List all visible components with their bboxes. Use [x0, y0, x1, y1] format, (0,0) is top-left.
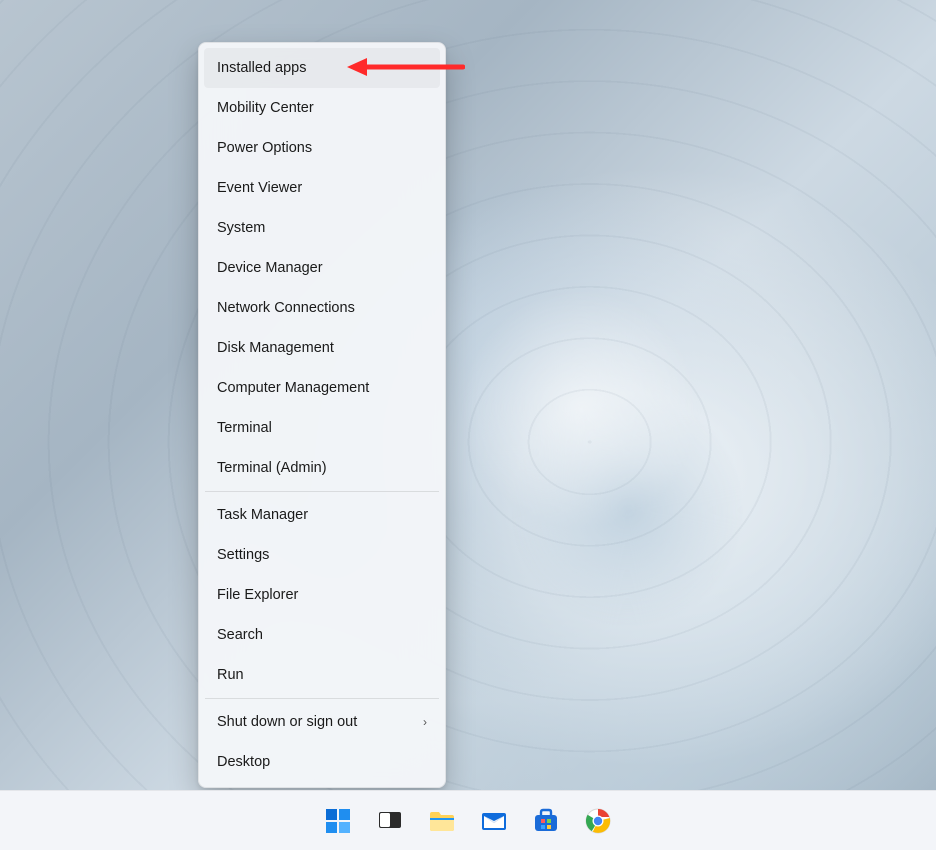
- menu-item-label: System: [217, 220, 265, 236]
- file-explorer-button[interactable]: [421, 800, 463, 842]
- store-icon: [532, 807, 560, 835]
- menu-item-label: File Explorer: [217, 587, 298, 603]
- menu-item-search[interactable]: Search: [204, 615, 440, 655]
- folder-icon: [428, 808, 456, 834]
- menu-item-terminal-admin[interactable]: Terminal (Admin): [204, 448, 440, 488]
- windows-logo-icon: [325, 808, 351, 834]
- menu-item-label: Computer Management: [217, 380, 369, 396]
- menu-item-label: Terminal: [217, 420, 272, 436]
- menu-item-label: Shut down or sign out: [217, 714, 357, 730]
- menu-item-label: Mobility Center: [217, 100, 314, 116]
- menu-item-network-connections[interactable]: Network Connections: [204, 288, 440, 328]
- mail-button[interactable]: [473, 800, 515, 842]
- microsoft-store-button[interactable]: [525, 800, 567, 842]
- chrome-icon: [584, 807, 612, 835]
- menu-item-task-manager[interactable]: Task Manager: [204, 495, 440, 535]
- menu-item-label: Task Manager: [217, 507, 308, 523]
- menu-item-label: Run: [217, 667, 244, 683]
- menu-item-file-explorer[interactable]: File Explorer: [204, 575, 440, 615]
- winx-context-menu: Installed apps Mobility Center Power Opt…: [198, 42, 446, 788]
- menu-item-label: Search: [217, 627, 263, 643]
- task-view-button[interactable]: [369, 800, 411, 842]
- menu-separator: [205, 491, 439, 492]
- menu-separator: [205, 698, 439, 699]
- menu-item-label: Network Connections: [217, 300, 355, 316]
- menu-item-label: Event Viewer: [217, 180, 302, 196]
- menu-item-device-manager[interactable]: Device Manager: [204, 248, 440, 288]
- chrome-button[interactable]: [577, 800, 619, 842]
- menu-item-settings[interactable]: Settings: [204, 535, 440, 575]
- menu-item-label: Desktop: [217, 754, 270, 770]
- menu-item-terminal[interactable]: Terminal: [204, 408, 440, 448]
- menu-item-power-options[interactable]: Power Options: [204, 128, 440, 168]
- menu-item-run[interactable]: Run: [204, 655, 440, 695]
- mail-icon: [480, 808, 508, 834]
- arrow-annotation: [345, 55, 465, 79]
- menu-item-computer-management[interactable]: Computer Management: [204, 368, 440, 408]
- menu-item-label: Installed apps: [217, 60, 306, 76]
- chevron-right-icon: ›: [423, 715, 427, 729]
- menu-item-mobility-center[interactable]: Mobility Center: [204, 88, 440, 128]
- menu-item-disk-management[interactable]: Disk Management: [204, 328, 440, 368]
- menu-item-label: Terminal (Admin): [217, 460, 327, 476]
- menu-item-system[interactable]: System: [204, 208, 440, 248]
- desktop-wallpaper: [0, 0, 936, 850]
- menu-item-event-viewer[interactable]: Event Viewer: [204, 168, 440, 208]
- menu-item-desktop[interactable]: Desktop: [204, 742, 440, 782]
- start-button[interactable]: [317, 800, 359, 842]
- menu-item-label: Device Manager: [217, 260, 323, 276]
- menu-item-label: Settings: [217, 547, 269, 563]
- taskbar: [0, 790, 936, 850]
- task-view-icon: [377, 808, 403, 834]
- menu-item-label: Disk Management: [217, 340, 334, 356]
- menu-item-shut-down[interactable]: Shut down or sign out ›: [204, 702, 440, 742]
- menu-item-label: Power Options: [217, 140, 312, 156]
